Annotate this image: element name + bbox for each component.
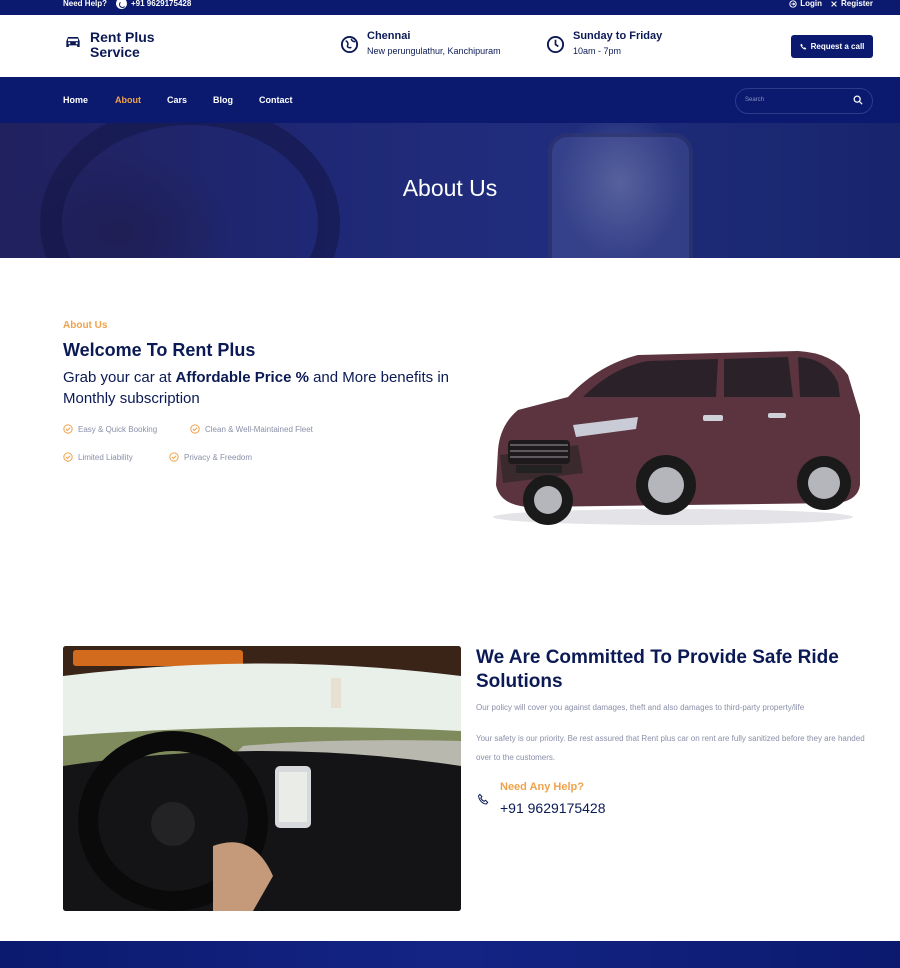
- hours-title: Sunday to Friday: [573, 30, 663, 42]
- login-link[interactable]: Login: [789, 0, 822, 9]
- car-icon: [66, 37, 80, 47]
- request-call-button[interactable]: Request a call: [791, 35, 873, 58]
- help-phone-number[interactable]: +91 9629175428: [500, 800, 606, 816]
- about-title: Welcome To Rent Plus: [63, 340, 256, 360]
- brand-logo[interactable]: Rent Plus Service: [63, 30, 170, 60]
- search-placeholder: Search: [745, 97, 765, 103]
- request-call-label: Request a call: [810, 42, 865, 51]
- login-icon: [789, 0, 797, 8]
- hours-time: 10am - 7pm: [573, 46, 622, 56]
- phone-icon: [799, 43, 806, 50]
- footer-band: [0, 941, 900, 968]
- feature-label: Clean & Well-Maintained Fleet: [205, 424, 313, 434]
- topbar-phone[interactable]: +91 9629175428: [116, 0, 191, 9]
- register-label: Register: [840, 0, 873, 8]
- about-subtitle-prefix: Grab your car at: [63, 369, 176, 386]
- register-icon: [831, 1, 837, 7]
- check-circle-icon: [63, 452, 73, 462]
- check-circle-icon: [190, 424, 200, 434]
- page-title: About Us: [402, 175, 498, 201]
- nav-links: Home About Cars Blog Contact: [63, 95, 309, 105]
- about-subtitle-bold: Affordable Price %: [175, 369, 309, 386]
- phone-icon: [477, 793, 489, 805]
- commit-paragraph-1: Our policy will cover you against damage…: [476, 703, 805, 712]
- brand-name: Rent Plus Service: [90, 29, 155, 60]
- need-help-label: Need Help?: [63, 0, 108, 8]
- feature-item: Limited Liability: [63, 452, 133, 462]
- search-icon[interactable]: [853, 95, 863, 105]
- commit-paragraph-2: Your safety is our priority. Be rest ass…: [476, 734, 865, 762]
- feature-label: Limited Liability: [78, 452, 133, 462]
- commit-title: We Are Committed To Provide Safe Ride So…: [476, 647, 839, 692]
- site-header: Rent Plus Service Chennai New perungulat…: [0, 15, 900, 77]
- hours-info: Sunday to Friday 10am - 7pm: [546, 29, 662, 59]
- topbar-phone-number: +91 9629175428: [131, 0, 192, 8]
- about-eyebrow: About Us: [63, 320, 108, 331]
- login-label: Login: [800, 0, 822, 8]
- about-subtitle: Grab your car at Affordable Price % and …: [63, 367, 473, 409]
- location-address: New perungulathur, Kanchipuram: [367, 46, 501, 56]
- feature-label: Privacy & Freedom: [184, 452, 253, 462]
- check-circle-icon: [63, 424, 73, 434]
- check-circle-icon: [169, 452, 179, 462]
- page-banner: About Us: [0, 123, 900, 258]
- search-input[interactable]: Search: [735, 88, 873, 114]
- feature-item: Clean & Well-Maintained Fleet: [190, 424, 313, 434]
- feature-label: Easy & Quick Booking: [78, 424, 158, 434]
- car-image: [493, 351, 860, 525]
- help-label: Need Any Help?: [500, 781, 584, 793]
- top-bar: Need Help? +91 9629175428 Login Register: [0, 0, 900, 15]
- clock-icon: [546, 35, 565, 54]
- feature-item: Privacy & Freedom: [169, 452, 252, 462]
- nav-item-about[interactable]: About: [115, 95, 167, 105]
- nav-item-home[interactable]: Home: [63, 95, 115, 105]
- globe-icon: [340, 35, 359, 54]
- location-info: Chennai New perungulathur, Kanchipuram: [340, 29, 501, 59]
- phone-icon: [116, 0, 127, 9]
- auth-links: Login Register: [789, 0, 873, 9]
- nav-item-blog[interactable]: Blog: [213, 95, 259, 105]
- location-title: Chennai: [367, 30, 411, 42]
- register-link[interactable]: Register: [830, 0, 873, 9]
- nav-item-cars[interactable]: Cars: [167, 95, 213, 105]
- nav-item-contact[interactable]: Contact: [259, 95, 309, 105]
- driving-photo: [63, 646, 461, 911]
- feature-item: Easy & Quick Booking: [63, 424, 157, 434]
